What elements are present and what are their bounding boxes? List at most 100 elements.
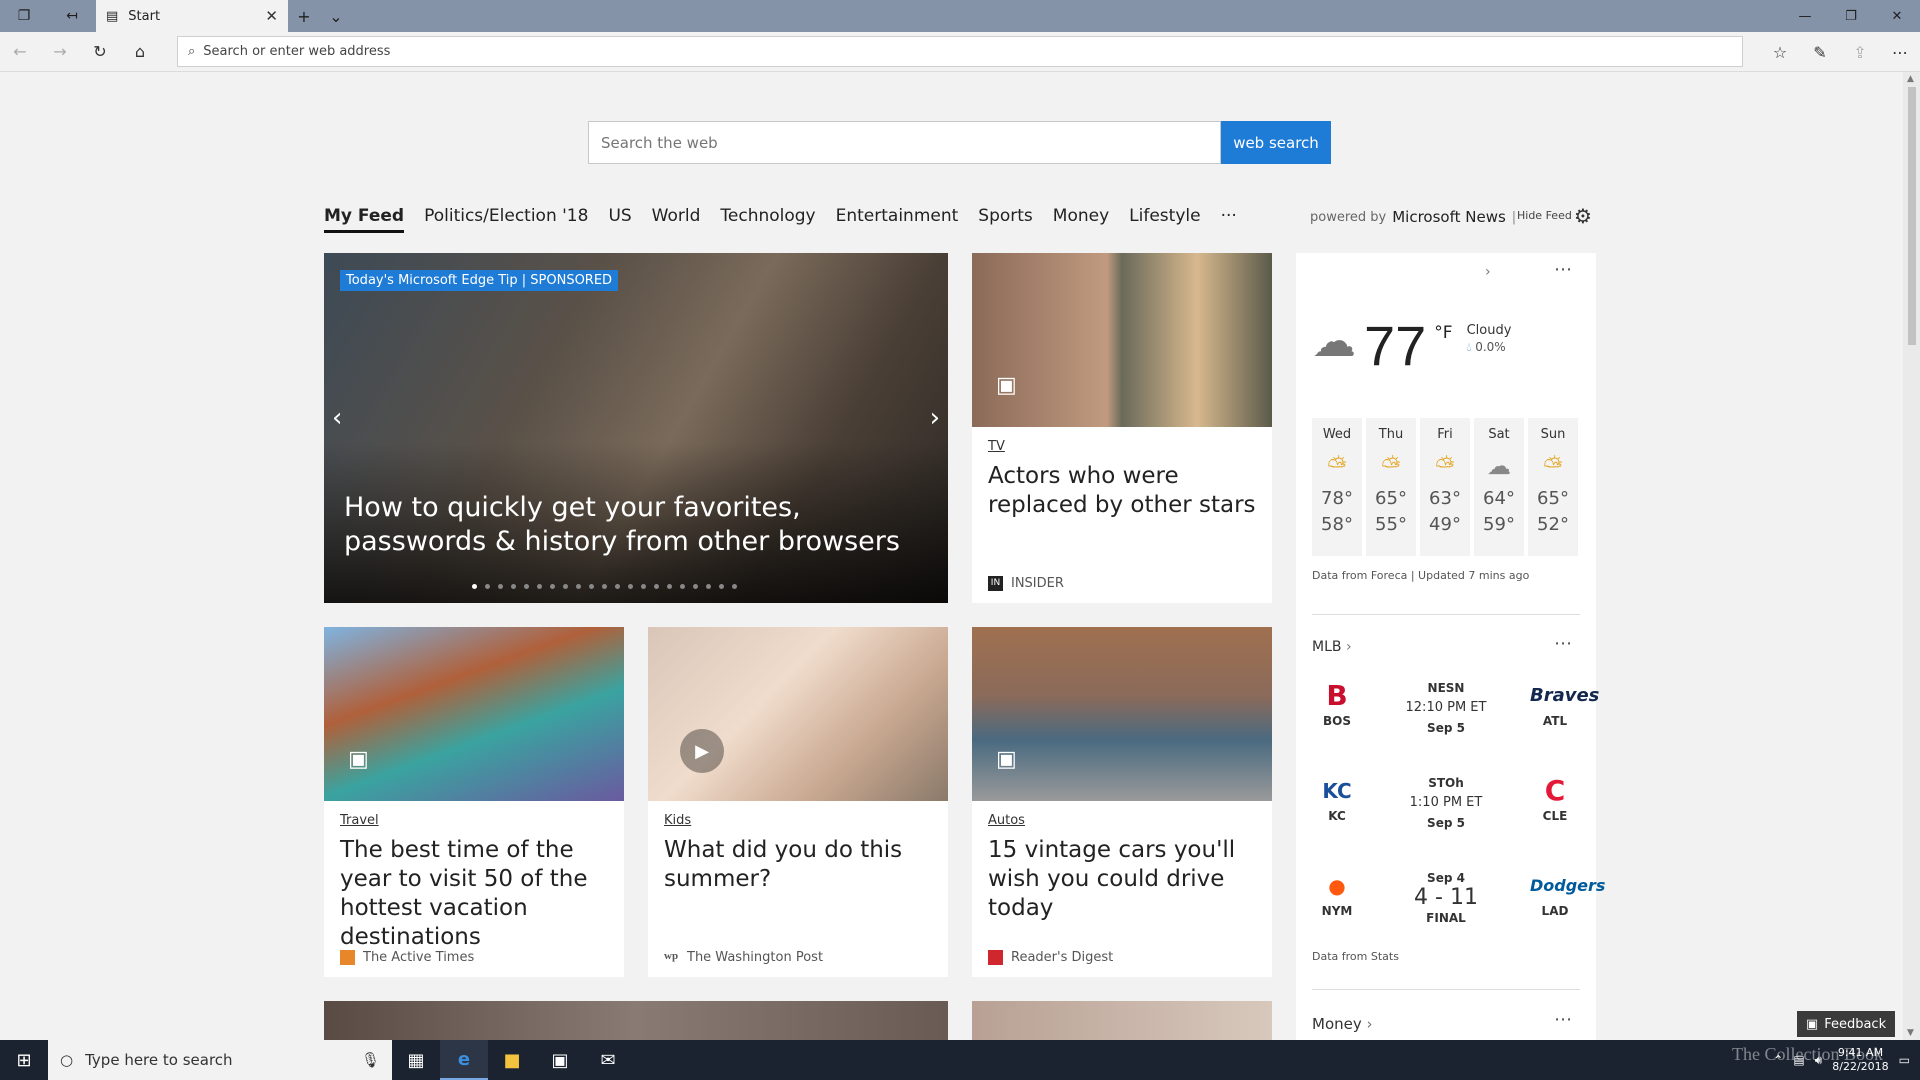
carousel-dot[interactable] — [511, 584, 516, 589]
feed-tab-sports[interactable]: Sports — [978, 206, 1033, 233]
carousel-dot[interactable] — [706, 584, 711, 589]
feed-tab-technology[interactable]: Technology — [720, 206, 815, 233]
microphone-icon[interactable]: 🎙︎ — [361, 1051, 380, 1069]
carousel-dot[interactable] — [576, 584, 581, 589]
edge-icon[interactable]: e — [440, 1040, 488, 1080]
carousel-dot[interactable] — [537, 584, 542, 589]
carousel-dot[interactable] — [615, 584, 620, 589]
close-tab-icon[interactable]: ✕ — [265, 7, 278, 25]
hide-feed-link[interactable]: Hide Feed — [1517, 209, 1572, 222]
tab-preview-icon[interactable]: ❐ — [0, 0, 48, 32]
carousel-prev-icon[interactable]: ‹ — [332, 403, 342, 433]
scroll-up-icon[interactable]: ▲ — [1907, 74, 1914, 84]
refresh-icon[interactable]: ↻ — [80, 32, 120, 72]
mlb-game[interactable]: B BOS NESN 12:10 PM ET Sep 5 Braves ATL — [1312, 678, 1599, 748]
taskbar-search[interactable]: ○ Type here to search 🎙︎ — [48, 1040, 392, 1080]
forecast-day[interactable]: Fri ⛅︎ 63° 49° — [1420, 418, 1470, 556]
new-tab-icon[interactable]: + — [288, 0, 320, 32]
carousel-dot[interactable] — [563, 584, 568, 589]
vertical-scrollbar[interactable]: ▲ ▼ — [1903, 72, 1920, 1040]
card-headline[interactable]: Actors who were replaced by other stars — [988, 462, 1256, 520]
chevron-right-icon[interactable]: › — [1485, 264, 1491, 280]
feed-tab-politics[interactable]: Politics/Election '18 — [424, 206, 588, 233]
windows-start-icon[interactable]: ⊞ — [0, 1040, 48, 1080]
back-icon[interactable]: ← — [0, 32, 40, 72]
feed-tab-money[interactable]: Money — [1053, 206, 1109, 233]
gear-icon[interactable]: ⚙ — [1574, 204, 1592, 228]
weather-more-icon[interactable]: ⋯ — [1554, 259, 1573, 280]
carousel-dot[interactable] — [680, 584, 685, 589]
carousel-dot[interactable] — [498, 584, 503, 589]
play-icon[interactable]: ▶ — [680, 729, 724, 773]
carousel-dot[interactable] — [719, 584, 724, 589]
web-search-input[interactable] — [588, 121, 1221, 164]
carousel-dot[interactable] — [667, 584, 672, 589]
restore-icon[interactable]: ❐ — [1828, 0, 1874, 32]
mail-icon[interactable]: ✉ — [584, 1040, 632, 1080]
news-card[interactable]: ▣ Autos 15 vintage cars you'll wish you … — [972, 627, 1272, 977]
feed-tab-world[interactable]: World — [652, 206, 701, 233]
forecast-day[interactable]: Sun ⛅︎ 65° 52° — [1528, 418, 1578, 556]
carousel-dot[interactable] — [693, 584, 698, 589]
forecast-day[interactable]: Sat ☁ 64° 59° — [1474, 418, 1524, 556]
scroll-thumb[interactable] — [1908, 87, 1916, 345]
address-bar[interactable]: ⌕ Search or enter web address — [177, 36, 1743, 67]
feed-tab-us[interactable]: US — [608, 206, 631, 233]
store-icon[interactable]: ▣ — [536, 1040, 584, 1080]
task-view-icon[interactable]: ▦ — [392, 1040, 440, 1080]
carousel-dots[interactable] — [472, 584, 737, 589]
money-title[interactable]: Money › — [1312, 1015, 1373, 1033]
feed-tab-my-feed[interactable]: My Feed — [324, 206, 405, 233]
minimize-icon[interactable]: — — [1782, 0, 1828, 32]
card-headline[interactable]: The best time of the year to visit 50 of… — [340, 836, 608, 952]
money-more-icon[interactable]: ⋯ — [1554, 1009, 1572, 1030]
carousel-dot[interactable] — [628, 584, 633, 589]
news-card[interactable]: ▶ Kids What did you do this summer? wp T… — [648, 627, 948, 977]
hero-carousel[interactable]: Today's Microsoft Edge Tip | SPONSORED ‹… — [324, 253, 948, 603]
carousel-dot[interactable] — [641, 584, 646, 589]
forward-icon[interactable]: → — [40, 32, 80, 72]
card-category[interactable]: Autos — [988, 813, 1256, 828]
feed-tab-lifestyle[interactable]: Lifestyle — [1129, 206, 1200, 233]
carousel-dot[interactable] — [654, 584, 659, 589]
mlb-more-icon[interactable]: ⋯ — [1554, 633, 1572, 654]
tab-list-chevron-icon[interactable]: ⌄ — [320, 0, 352, 32]
carousel-dot[interactable] — [472, 584, 477, 589]
forecast-day[interactable]: Thu ⛅︎ 65° 55° — [1366, 418, 1416, 556]
forecast-day[interactable]: Wed ⛅︎ 78° 58° — [1312, 418, 1362, 556]
current-weather[interactable]: ☁ 77 °F Cloudy 💧︎ 0.0% — [1312, 317, 1511, 375]
carousel-dot[interactable] — [524, 584, 529, 589]
scroll-down-icon[interactable]: ▼ — [1907, 1028, 1914, 1038]
carousel-dot[interactable] — [550, 584, 555, 589]
news-card-partial[interactable] — [972, 1001, 1272, 1040]
card-category[interactable]: Travel — [340, 813, 608, 828]
card-headline[interactable]: 15 vintage cars you'll wish you could dr… — [988, 836, 1256, 923]
tab-start[interactable]: ▤ Start ✕ — [96, 0, 288, 32]
close-window-icon[interactable]: ✕ — [1874, 0, 1920, 32]
mlb-title[interactable]: MLB › — [1312, 639, 1352, 655]
share-icon[interactable]: ⇪ — [1840, 32, 1880, 72]
card-headline[interactable]: What did you do this summer? — [664, 836, 932, 894]
carousel-next-icon[interactable]: › — [930, 403, 940, 433]
home-icon[interactable]: ⌂ — [120, 32, 160, 72]
more-icon[interactable]: ⋯ — [1880, 32, 1920, 72]
feedback-button[interactable]: ▣ Feedback — [1797, 1011, 1895, 1037]
web-search-button[interactable]: web search — [1221, 121, 1331, 164]
mlb-game[interactable]: KC KC STOh 1:10 PM ET Sep 5 C CLE — [1312, 773, 1580, 843]
file-explorer-icon[interactable]: ■ — [488, 1040, 536, 1080]
carousel-dot[interactable] — [589, 584, 594, 589]
carousel-dot[interactable] — [732, 584, 737, 589]
news-card[interactable]: ▣ TV Actors who were replaced by other s… — [972, 253, 1272, 603]
hero-title[interactable]: How to quickly get your favorites, passw… — [344, 491, 924, 559]
news-card[interactable]: ▣ Travel The best time of the year to vi… — [324, 627, 624, 977]
feed-tab-entertainment[interactable]: Entertainment — [836, 206, 959, 233]
powered-brand[interactable]: Microsoft News — [1392, 208, 1506, 226]
carousel-dot[interactable] — [485, 584, 490, 589]
mlb-game[interactable]: ● NYM Sep 4 4 - 11 FINAL Dodgers LAD — [1312, 868, 1606, 938]
carousel-dot[interactable] — [602, 584, 607, 589]
feed-more-menu[interactable]: ··· — [1221, 206, 1237, 233]
set-tabs-aside-icon[interactable]: ↤ — [48, 0, 96, 32]
news-card-partial[interactable] — [324, 1001, 948, 1040]
action-center-icon[interactable]: ▭ — [1899, 1053, 1910, 1067]
card-category[interactable]: TV — [988, 439, 1256, 454]
